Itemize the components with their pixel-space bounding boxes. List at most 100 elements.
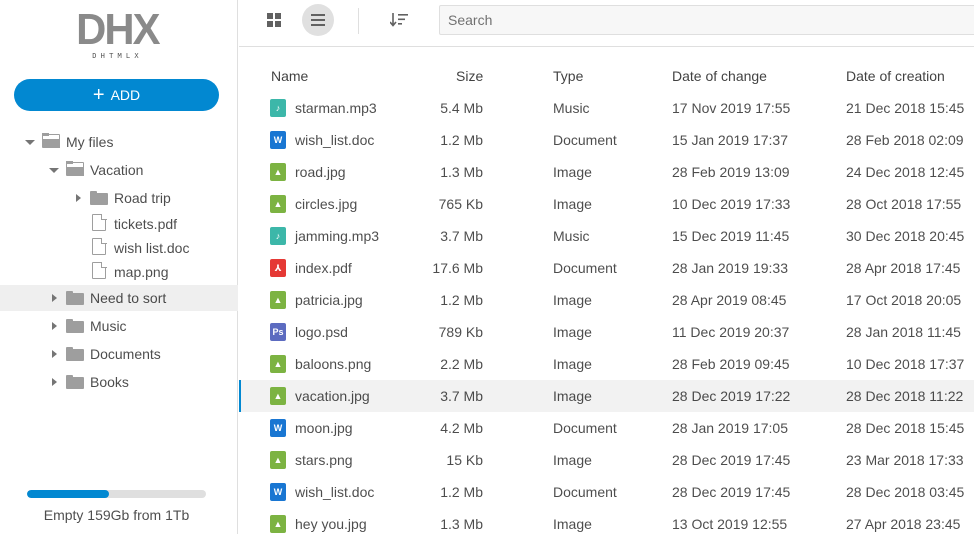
column-header-date-created[interactable]: Date of creation xyxy=(846,68,945,84)
tree-item[interactable]: Need to sort xyxy=(0,285,238,311)
file-date-changed: 28 Dec 2019 17:22 xyxy=(672,388,791,404)
doc-file-icon: W xyxy=(270,131,286,149)
table-row[interactable]: ▲ circles.jpg 765 Kb Image 10 Dec 2019 17:33… xyxy=(239,188,974,220)
file-date-changed: 28 Feb 2019 09:45 xyxy=(672,356,790,372)
table-row[interactable]: ▲ stars.png 15 Kb Image 28 Dec 2019 17:45 23 … xyxy=(239,444,974,476)
file-date-changed: 28 Feb 2019 13:09 xyxy=(672,164,790,180)
grid-view-button[interactable] xyxy=(258,4,290,36)
table-row[interactable]: ♪ starman.mp3 5.4 Mb Music 17 Nov 2019 17:55… xyxy=(239,92,974,124)
toolbar xyxy=(239,0,974,47)
table-row[interactable]: Wwish_list.doc 1.2 Mb Document 15 Jan 2019 … xyxy=(239,124,974,156)
table-row[interactable]: Ps logo.psd 789 Kb Image 11 Dec 2019 20:37 28… xyxy=(239,316,974,348)
file-date-created: 10 Dec 2018 17:37 xyxy=(846,356,965,372)
file-name: road.jpg xyxy=(295,164,346,180)
caret-down-icon[interactable] xyxy=(49,165,59,175)
file-type: Image xyxy=(553,324,592,340)
table-row[interactable]: Wmoon.jpg 4.2 Mb Document 28 Jan 2019 17:05… xyxy=(239,412,974,444)
tree-item[interactable]: Books xyxy=(0,369,238,395)
column-header-name[interactable]: Name xyxy=(271,68,308,84)
file-size: 1.2 Mb xyxy=(440,292,483,308)
table-row[interactable]: ▲ hey you.jpg 1.3 Mb Image 13 Oct 2019 12:55… xyxy=(239,508,974,534)
caret-right-icon[interactable] xyxy=(49,321,59,331)
file-name: moon.jpg xyxy=(295,420,353,436)
add-button[interactable]: + ADD xyxy=(14,79,219,111)
caret-down-icon[interactable] xyxy=(25,137,35,147)
image-file-icon: ▲ xyxy=(270,515,286,533)
caret-right-icon[interactable] xyxy=(49,293,59,303)
file-date-created: 30 Dec 2018 20:45 xyxy=(846,228,965,244)
table-row[interactable]: ▲ road.jpg 1.3 Mb Image 28 Feb 2019 13:09 24 … xyxy=(239,156,974,188)
tree-item[interactable]: tickets.pdf xyxy=(0,211,238,237)
file-size: 4.2 Mb xyxy=(440,420,483,436)
file-size: 3.7 Mb xyxy=(440,228,483,244)
table-row[interactable]: Wwish_list.doc 1.2 Mb Document 28 Dec 2019 … xyxy=(239,476,974,508)
file-date-changed: 28 Jan 2019 19:33 xyxy=(672,260,788,276)
file-size: 5.4 Mb xyxy=(440,100,483,116)
file-date-created: 21 Dec 2018 15:45 xyxy=(846,100,965,116)
file-date-created: 23 Mar 2018 17:33 xyxy=(846,452,964,468)
tree-item[interactable]: Music xyxy=(0,313,238,339)
file-type: Document xyxy=(553,484,617,500)
column-header-date-changed[interactable]: Date of change xyxy=(672,68,767,84)
tree-item-label: Need to sort xyxy=(90,290,167,306)
table-row[interactable]: ⅄ index.pdf 17.6 Mb Document 28 Jan 2019 19:… xyxy=(239,252,974,284)
file-date-changed: 10 Dec 2019 17:33 xyxy=(672,196,791,212)
caret-right-icon[interactable] xyxy=(49,377,59,387)
file-date-changed: 28 Dec 2019 17:45 xyxy=(672,484,791,500)
logo: DHX DHTMLX xyxy=(74,5,160,62)
file-date-created: 28 Feb 2018 02:09 xyxy=(846,132,964,148)
file-type: Image xyxy=(553,356,592,372)
sort-button[interactable] xyxy=(383,4,415,36)
tree-item[interactable]: Vacation xyxy=(0,157,238,183)
file-name: vacation.jpg xyxy=(295,388,370,404)
table-row[interactable]: ▲ patricia.jpg 1.2 Mb Image 28 Apr 2019 08:4… xyxy=(239,284,974,316)
file-date-created: 28 Dec 2018 11:22 xyxy=(846,388,964,404)
file-name: baloons.png xyxy=(295,356,372,372)
file-size: 3.7 Mb xyxy=(440,388,483,404)
music-file-icon: ♪ xyxy=(270,227,286,245)
table-row[interactable]: ▲ baloons.png 2.2 Mb Image 28 Feb 2019 09:45… xyxy=(239,348,974,380)
table-row[interactable]: ♪ jamming.mp3 3.7 Mb Music 15 Dec 2019 11:45… xyxy=(239,220,974,252)
file-date-created: 27 Apr 2018 23:45 xyxy=(846,516,961,532)
logo-mark: DHX xyxy=(76,5,160,54)
column-header-type[interactable]: Type xyxy=(553,68,583,84)
caret-right-icon[interactable] xyxy=(49,349,59,359)
tree-item[interactable]: Documents xyxy=(0,341,238,367)
file-size: 2.2 Mb xyxy=(440,356,483,372)
search-input[interactable] xyxy=(439,5,974,35)
pdf-file-icon: ⅄ xyxy=(270,259,286,277)
tree-item[interactable]: My files xyxy=(0,129,238,155)
image-file-icon: ▲ xyxy=(270,387,286,405)
image-file-icon: ▲ xyxy=(270,451,286,469)
file-date-changed: 28 Apr 2019 08:45 xyxy=(672,292,787,308)
sidebar: DHX DHTMLX + ADD My files Vacation Road tr… xyxy=(0,0,238,534)
file-grid: Name Size Type Date of change Date of cr… xyxy=(239,48,974,534)
table-row[interactable]: ▲ vacation.jpg 3.7 Mb Image 28 Dec 2019 17:2… xyxy=(239,380,974,412)
folder-icon xyxy=(66,346,84,362)
file-size: 789 Kb xyxy=(438,324,483,340)
music-file-icon: ♪ xyxy=(270,99,286,117)
toolbar-separator xyxy=(358,8,359,34)
file-icon xyxy=(90,213,108,231)
tree-item-label: Books xyxy=(90,374,129,390)
file-name: logo.psd xyxy=(295,324,348,340)
storage-bar xyxy=(27,490,206,498)
caret-right-icon[interactable] xyxy=(73,193,83,203)
folder-icon xyxy=(66,374,84,390)
image-file-icon: ▲ xyxy=(270,291,286,309)
folder-open-icon xyxy=(66,161,84,178)
storage-bar-fill xyxy=(27,490,109,498)
file-date-created: 28 Dec 2018 15:45 xyxy=(846,420,965,436)
file-date-created: 28 Oct 2018 17:55 xyxy=(846,196,962,212)
file-name: hey you.jpg xyxy=(295,516,367,532)
file-icon xyxy=(90,261,108,279)
tree-item[interactable]: Road trip xyxy=(0,185,238,211)
file-size: 1.3 Mb xyxy=(440,516,483,532)
tree-item[interactable]: wish list.doc xyxy=(0,235,238,261)
file-size: 1.2 Mb xyxy=(440,484,483,500)
add-button-label: ADD xyxy=(110,87,141,103)
tree-item[interactable]: map.png xyxy=(0,259,238,285)
file-name: jamming.mp3 xyxy=(295,228,380,244)
column-header-size[interactable]: Size xyxy=(456,68,483,84)
list-view-button[interactable] xyxy=(302,4,334,36)
